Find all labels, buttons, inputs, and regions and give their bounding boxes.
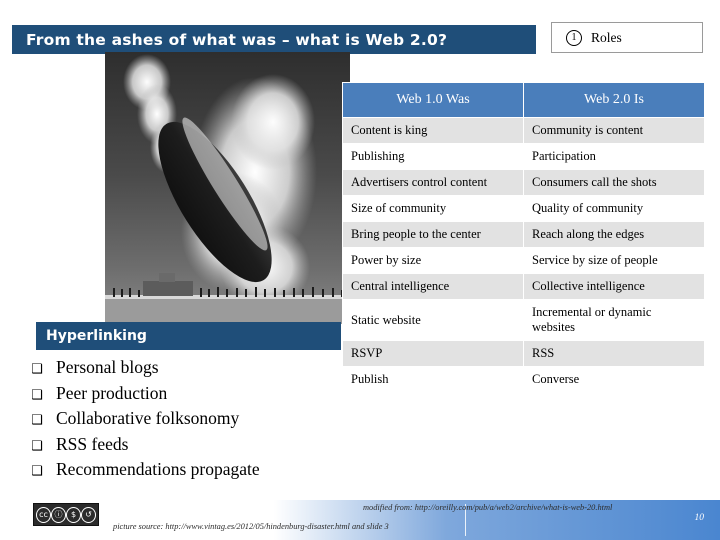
table-row: Static website Incremental or dynamic we…: [342, 299, 705, 341]
cell-web2: Community is content: [523, 117, 705, 144]
table-row: RSVP RSS: [342, 340, 705, 367]
cell-web1: Advertisers control content: [342, 169, 524, 196]
cell-web2: Collective intelligence: [523, 273, 705, 300]
square-bullet-icon: ❑: [31, 438, 43, 454]
page-number: 10: [694, 513, 705, 523]
cell-web2: RSS: [523, 340, 705, 367]
slide-footer: cc ⓘ $ ↺ picture source: http://www.vint…: [0, 500, 720, 540]
list-item-label: Personal blogs: [56, 357, 159, 377]
list-item: ❑ Peer production: [30, 382, 350, 405]
list-item-label: Recommendations propagate: [56, 459, 260, 480]
circled-number-icon: 1: [566, 29, 582, 46]
cell-web2: Service by size of people: [523, 247, 705, 274]
table-header-row: Web 1.0 Was Web 2.0 Is: [342, 82, 705, 118]
table-row: Size of community Quality of community: [342, 195, 705, 222]
table-row: Power by size Service by size of people: [342, 247, 705, 274]
cc-by-icon: ⓘ: [51, 506, 66, 523]
cell-web1: Publish: [342, 366, 524, 393]
table-row: Central intelligence Collective intellig…: [342, 273, 705, 300]
square-bullet-icon: ❑: [31, 387, 43, 403]
cell-web2: Participation: [523, 143, 705, 170]
modified-from-caption: modified from: http://oreilly.com/pub/a/…: [363, 503, 613, 512]
cell-web1: Power by size: [342, 247, 524, 274]
square-bullet-icon: ❑: [31, 362, 43, 377]
cell-web1: Bring people to the center: [342, 221, 524, 248]
hindenburg-photo: [105, 52, 350, 324]
square-bullet-icon: ❑: [31, 413, 43, 429]
slide-title-bar: From the ashes of what was – what is Web…: [12, 25, 536, 54]
cell-web1: Publishing: [342, 143, 524, 170]
cell-web1: RSVP: [342, 340, 524, 367]
list-item-label: Peer production: [56, 382, 168, 403]
column-header-web1: Web 1.0 Was: [342, 82, 524, 118]
table-row: Content is king Community is content: [342, 117, 705, 144]
hyperlinking-heading-bar: Hyperlinking: [36, 322, 341, 350]
cell-web2: Incremental or dynamic websites: [523, 299, 705, 341]
roles-label: Roles: [591, 29, 622, 45]
cc-sa-icon: ↺: [81, 506, 96, 523]
table-row: Bring people to the center Reach along t…: [342, 221, 705, 248]
cell-web2: Reach along the edges: [523, 221, 705, 248]
cc-nc-icon: $: [66, 506, 81, 523]
list-item: ❑ RSS feeds: [30, 433, 350, 456]
hyperlinking-heading: Hyperlinking: [46, 328, 147, 344]
table-row: Advertisers control content Consumers ca…: [342, 169, 705, 196]
cell-web2: Quality of community: [523, 195, 705, 222]
square-bullet-icon: ❑: [31, 464, 43, 480]
list-item-label: Collaborative folksonomy: [56, 408, 240, 429]
cell-web2: Consumers call the shots: [523, 169, 705, 196]
list-item-label: RSS feeds: [56, 433, 129, 454]
page-title: From the ashes of what was – what is Web…: [26, 30, 448, 49]
hindenburg-photo-graphic: [105, 52, 350, 324]
table-row: Publishing Participation: [342, 143, 705, 170]
creative-commons-badge-icon[interactable]: cc ⓘ $ ↺: [33, 503, 99, 526]
cell-web1: Central intelligence: [342, 273, 524, 300]
column-header-web2: Web 2.0 Is: [523, 82, 705, 118]
picture-source-caption: picture source: http://www.vintag.es/201…: [113, 522, 389, 531]
cell-web1: Content is king: [342, 117, 524, 144]
cell-web1: Static website: [342, 299, 524, 341]
cc-icon: cc: [36, 506, 51, 523]
table-row: Publish Converse: [342, 366, 705, 393]
roles-callout-box[interactable]: 1 Roles: [551, 22, 703, 53]
cell-web1: Size of community: [342, 195, 524, 222]
list-item: ❑ Recommendations propagate: [30, 458, 350, 481]
slide-canvas: From the ashes of what was – what is Web…: [0, 0, 720, 540]
list-item: ❑ Collaborative folksonomy: [30, 407, 350, 430]
list-item: ❑ Personal blogs: [30, 356, 350, 379]
hyperlinking-list: ❑ Personal blogs ❑ Peer production ❑ Col…: [30, 356, 350, 484]
cell-web2: Converse: [523, 366, 705, 393]
web-comparison-table: Web 1.0 Was Web 2.0 Is Content is king C…: [342, 82, 705, 393]
